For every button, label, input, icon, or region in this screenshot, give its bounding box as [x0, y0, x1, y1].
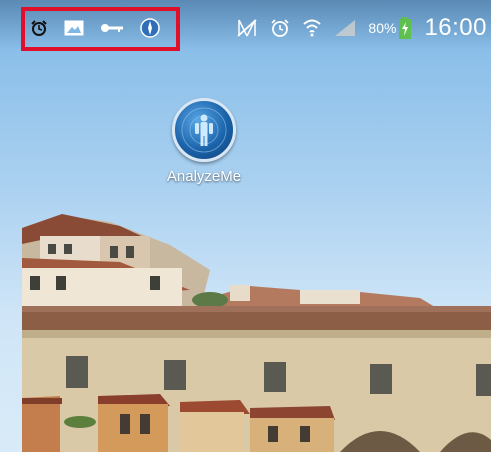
clock: 16:00	[424, 14, 487, 41]
highlight-box	[21, 7, 180, 51]
mute-icon	[236, 18, 258, 38]
app-label: AnalyzeMe	[166, 168, 242, 185]
signal-icon	[334, 19, 356, 37]
battery-charging-icon	[398, 17, 412, 39]
battery-percent: 80%	[368, 20, 397, 36]
analyzeme-icon	[172, 98, 236, 162]
home-screen: 80% 16:00 AnalyzeMe	[0, 0, 491, 452]
alarm-icon	[270, 18, 290, 38]
wifi-icon	[302, 18, 322, 38]
wallpaper	[22, 214, 491, 452]
system-status-icons: 80% 16:00	[236, 14, 487, 42]
app-shortcut-analyzeme[interactable]: AnalyzeMe	[158, 98, 250, 185]
